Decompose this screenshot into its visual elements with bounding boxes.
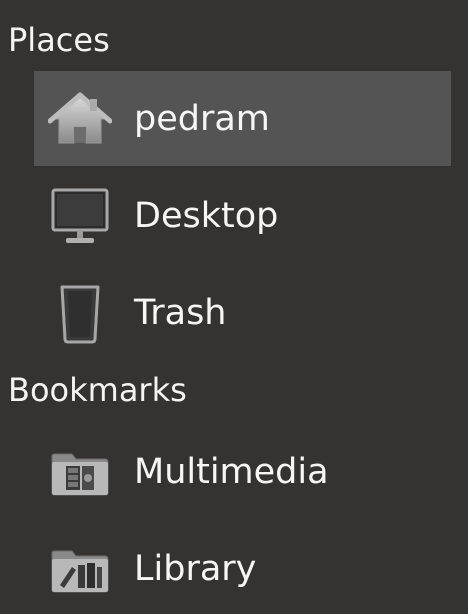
sidebar-item-label: pedram — [134, 98, 270, 139]
home-icon — [48, 87, 112, 151]
sidebar-item-label: Trash — [134, 292, 227, 333]
sidebar-item-label: Multimedia — [134, 451, 329, 492]
sidebar-item-multimedia[interactable]: Multimedia — [34, 424, 451, 519]
bookmarks-header: Bookmarks — [8, 371, 187, 409]
places-header: Places — [8, 21, 110, 59]
library-folder-icon — [48, 537, 112, 601]
sidebar-item-desktop[interactable]: Desktop — [34, 168, 451, 263]
multimedia-folder-icon — [48, 440, 112, 504]
sidebar-item-label: Desktop — [134, 195, 279, 236]
desktop-icon — [48, 184, 112, 248]
file-manager-sidebar: Places pedram Desktop Trash Bookmarks Mu… — [0, 0, 468, 614]
sidebar-item-pedram[interactable]: pedram — [34, 71, 451, 166]
sidebar-item-library[interactable]: Library — [34, 521, 451, 614]
trash-icon — [48, 281, 112, 345]
sidebar-item-trash[interactable]: Trash — [34, 265, 451, 360]
sidebar-item-label: Library — [134, 548, 257, 589]
